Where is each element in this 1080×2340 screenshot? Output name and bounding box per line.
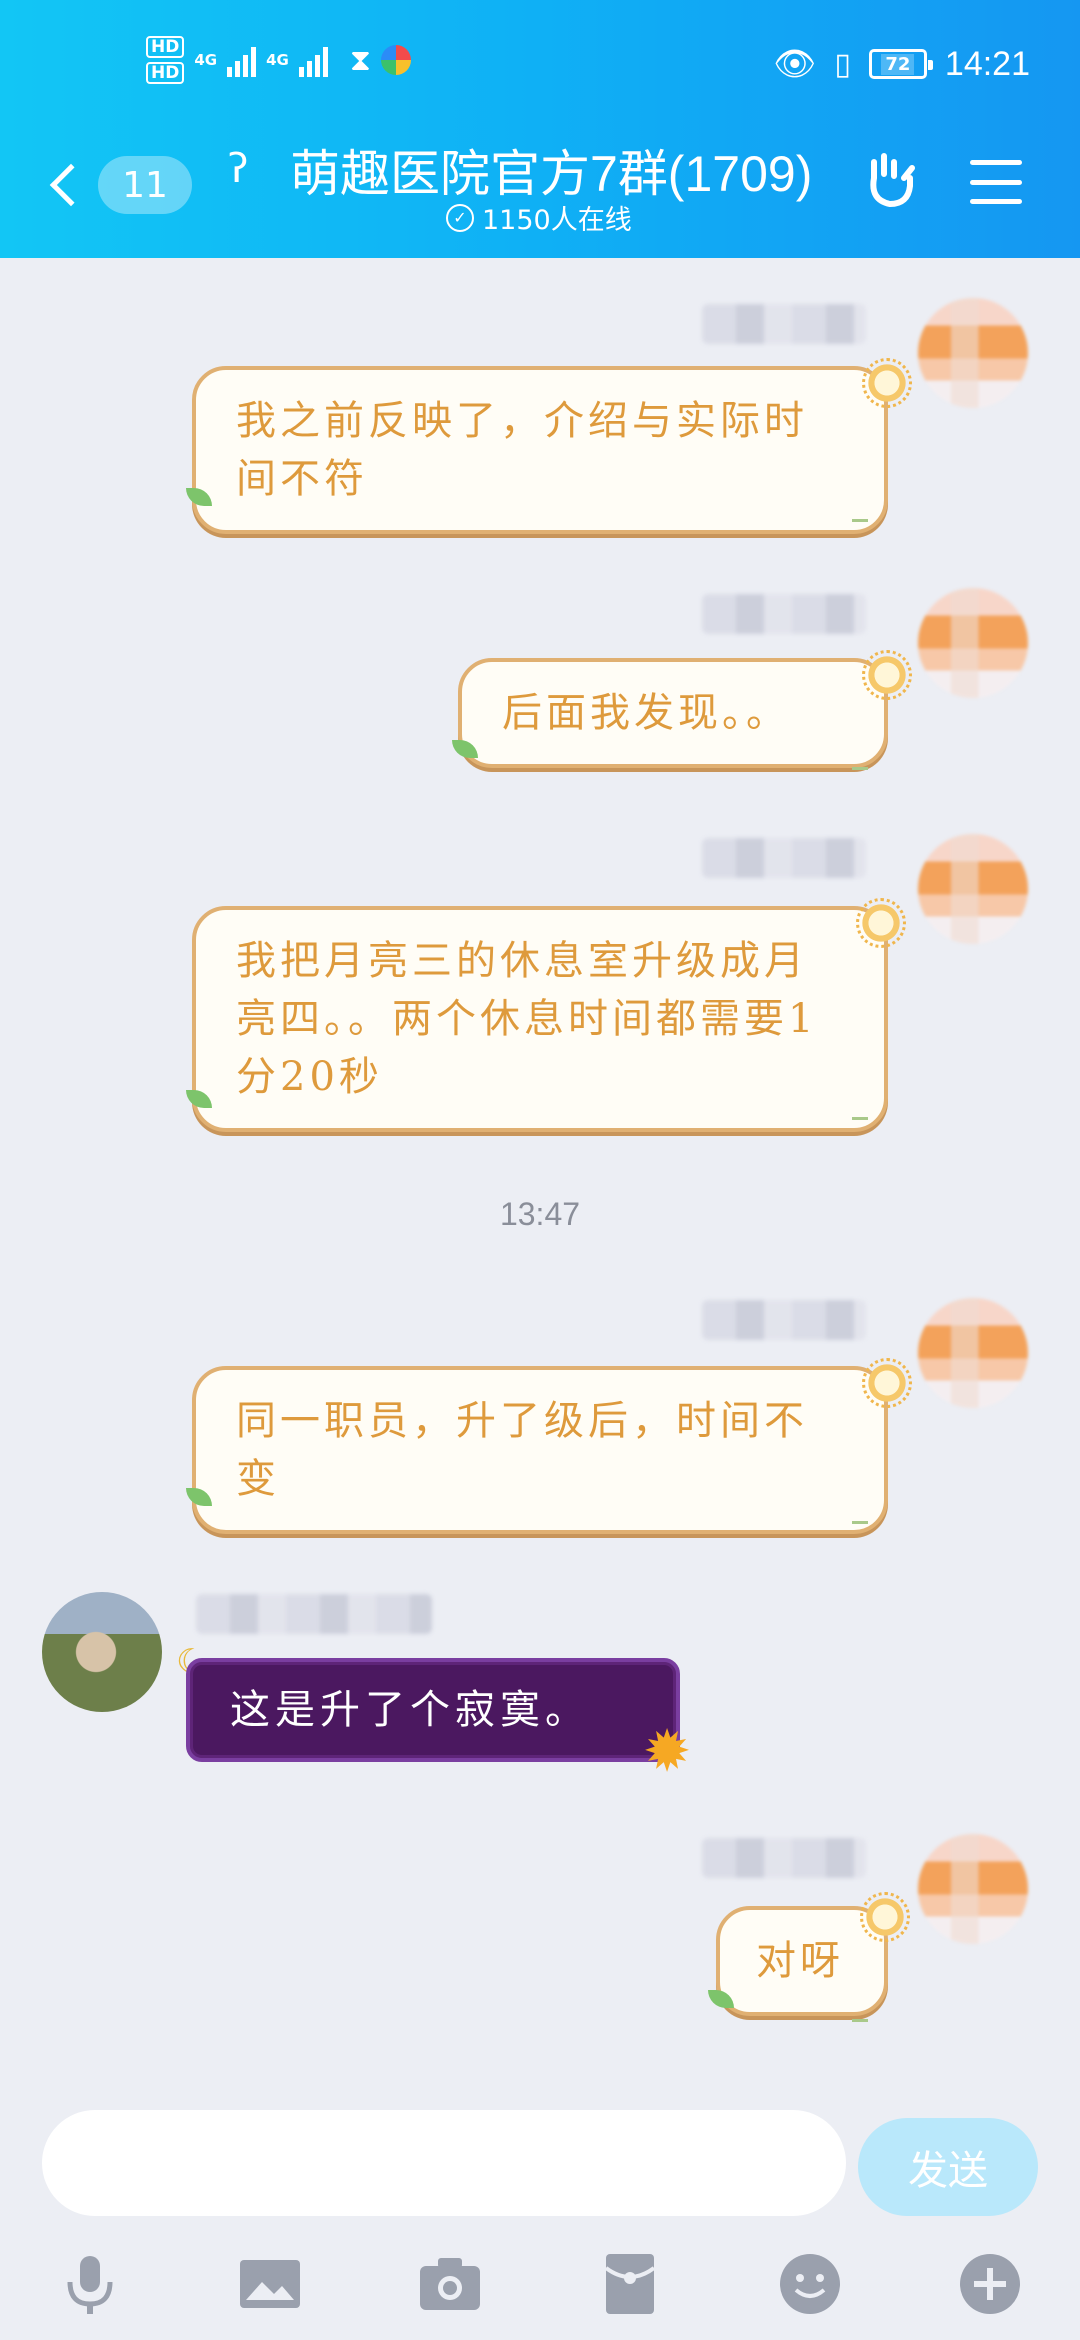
avatar[interactable] [918,1834,1028,1944]
input-toolbar [0,2238,1080,2338]
star-icon: ✹ [642,1717,692,1785]
grass-icon [852,1108,868,1120]
network-type-1: 4G [194,51,218,69]
image-icon[interactable] [234,2248,306,2320]
message-bubble[interactable]: 我把月亮三的休息室升级成月亮四。。两个休息时间都需要1分20秒 [192,906,888,1132]
avatar[interactable] [42,1592,162,1712]
sun-icon [856,1888,914,1946]
sender-name-blurred [702,1300,866,1340]
message-text: 我之前反映了，介绍与实际时间不符 [236,398,808,502]
sun-icon [858,1354,916,1412]
unread-count-badge: 11 [98,156,192,214]
message-list[interactable]: 我之前反映了，介绍与实际时间不符 后面我发现。。 我把月亮三的休息室升级成月亮四… [0,258,1080,2098]
message-text: 我把月亮三的休息室升级成月亮四。。两个休息时间都需要1分20秒 [236,938,818,1100]
message-text: 这是升了个寂寞。 [230,1687,590,1733]
avatar[interactable] [918,588,1028,698]
eye-icon: 👁 [773,44,817,84]
sun-icon [858,646,916,704]
message-text: 对呀 [756,1938,844,1984]
message-text: 后面我发现。。 [502,690,790,736]
sender-name-blurred [702,594,866,634]
send-button[interactable]: 发送 [858,2118,1038,2216]
hourglass-icon: ⧗ [349,42,371,78]
avatar[interactable] [918,298,1028,408]
sun-icon [858,354,916,412]
status-time: 14:21 [944,44,1030,83]
chat-header: HD HD 4G 4G ⧗ 👁 ▯ 72 14:21 11 ʔ 萌趣医院官方7群… [0,0,1080,258]
message-bubble[interactable]: 同一职员，升了级后，时间不变 [192,1366,888,1534]
online-count-text: 1150人在线 [482,205,632,236]
earpiece-icon[interactable]: ʔ [228,146,248,192]
sender-name-blurred [702,838,866,878]
app-logo-icon [380,45,411,75]
hd-badge-2: HD [146,62,185,84]
mic-icon[interactable] [54,2248,126,2320]
vibrate-icon: ▯ [834,46,851,82]
battery-icon: 72 [868,49,933,79]
camera-icon[interactable] [414,2248,486,2320]
back-chevron-icon [49,163,93,207]
message-bubble[interactable]: 我之前反映了，介绍与实际时间不符 [192,366,888,534]
network-type-2: 4G [266,51,289,69]
input-bar: 发送 [0,2098,1080,2340]
menu-icon[interactable] [970,160,1022,204]
group-title[interactable]: 萌趣医院官方7群(1709) [290,134,812,206]
grass-icon [852,758,868,770]
battery-level: 72 [881,53,915,75]
sender-name-blurred [702,1838,866,1878]
signal-icon-2 [298,43,328,77]
check-circle-icon: ✓ [446,203,474,232]
message-timestamp: 13:47 [499,1196,581,1232]
signal-icon [227,43,257,77]
sun-icon [852,894,910,952]
sender-name-blurred [702,304,866,344]
hd-badge-1: HD [146,36,185,58]
grass-icon [852,2010,868,2022]
hd-indicators: HD HD [146,36,185,84]
status-left: HD HD 4G 4G ⧗ [146,36,411,84]
emoji-icon[interactable] [774,2248,846,2320]
plus-icon[interactable] [954,2248,1026,2320]
message-input[interactable] [42,2110,846,2216]
title-bar: 11 ʔ 萌趣医院官方7群(1709) ✓ 1150人在线 [0,126,1080,252]
avatar[interactable] [918,834,1028,944]
back-button[interactable]: 11 [46,156,192,214]
online-count[interactable]: ✓ 1150人在线 [446,198,632,237]
sender-name-blurred [196,1594,432,1634]
grass-icon [852,510,868,522]
status-bar: HD HD 4G 4G ⧗ 👁 ▯ 72 14:21 [0,0,1080,120]
message-bubble[interactable]: 后面我发现。。 [458,658,888,768]
red-packet-icon[interactable] [594,2248,666,2320]
message-bubble[interactable]: 这是升了个寂寞。 [186,1658,680,1762]
status-right: 👁 ▯ 72 14:21 [773,44,1030,84]
hand-gesture-icon[interactable] [860,148,924,212]
avatar[interactable] [918,1298,1028,1408]
message-text: 同一职员，升了级后，时间不变 [236,1398,808,1502]
grass-icon [852,1512,868,1524]
